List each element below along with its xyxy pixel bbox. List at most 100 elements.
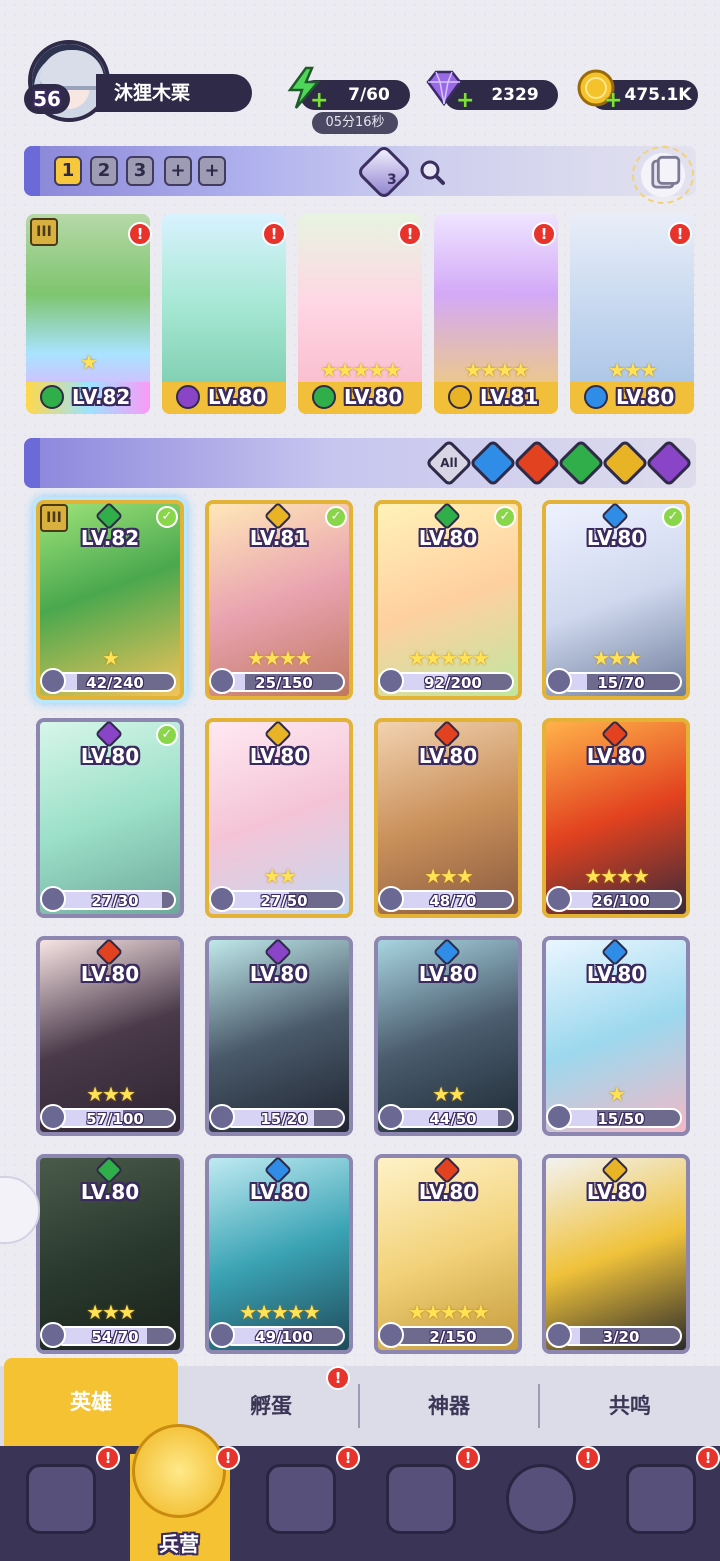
hero-card[interactable]: LV.80 15/20: [205, 936, 353, 1136]
nature-element-icon: [312, 385, 336, 409]
hero-card[interactable]: LV.80 ★★★ 48/70: [374, 718, 522, 918]
hero-level: LV.82: [72, 385, 131, 409]
team-slot-add-2[interactable]: +: [198, 156, 226, 186]
alert-badge: !: [532, 222, 556, 246]
hero-card[interactable]: LV.81 ★★★★ ✓ 25/150: [205, 500, 353, 700]
hero-level: LV.80: [80, 744, 140, 768]
hero-card[interactable]: LV.80 ★★★ 54/70: [36, 1154, 184, 1354]
deployed-hero-1[interactable]: ★ LV.82 III: [26, 214, 150, 414]
hero-card[interactable]: LV.80 ★★★★ 26/100: [542, 718, 690, 918]
nav-guild-icon[interactable]: [616, 1458, 706, 1553]
hero-level: LV.80: [586, 1180, 646, 1204]
hero-level: LV.81: [249, 526, 309, 550]
hero-card[interactable]: LV.82 ★ ✓ III 42/240: [36, 500, 184, 700]
shard-icon: [40, 1322, 66, 1348]
hero-stars: ★★★★★: [320, 358, 402, 382]
deployed-check-icon: ✓: [494, 506, 516, 528]
shard-icon: [209, 1322, 235, 1348]
hero-card[interactable]: LV.80 3/20: [542, 1154, 690, 1354]
tab-artifacts[interactable]: 神器: [360, 1366, 538, 1446]
alert-badge: !: [216, 1446, 240, 1470]
floating-hero-shortcut[interactable]: [0, 1176, 40, 1244]
hero-level: LV.80: [418, 1180, 478, 1204]
nav-cards-icon[interactable]: [16, 1458, 106, 1553]
nav-shrine-icon[interactable]: [376, 1458, 466, 1553]
hero-card[interactable]: LV.80 ✓ 27/30: [36, 718, 184, 918]
hero-stars: ★★★★★: [239, 1300, 321, 1324]
barracks-icon: [132, 1424, 226, 1518]
hero-stars: ★★★: [86, 1300, 136, 1324]
shard-progress-bar: 26/100: [560, 890, 682, 910]
shard-progress-text: 2/150: [429, 1328, 477, 1346]
hero-level: LV.80: [418, 962, 478, 986]
hero-card[interactable]: LV.80 ★★★ ✓ 15/70: [542, 500, 690, 700]
shard-progress-text: 48/70: [429, 892, 477, 910]
deployed-check-icon: ✓: [156, 724, 178, 746]
shard-progress-bar: 42/240: [54, 672, 176, 692]
tier-badge: III: [40, 504, 68, 532]
alert-badge: !: [456, 1446, 480, 1470]
dark-element-icon: [176, 385, 200, 409]
hero-level: LV.81: [480, 385, 539, 409]
shard-icon: [378, 1104, 404, 1130]
hero-level: LV.80: [418, 744, 478, 768]
shard-progress-text: 15/50: [597, 1110, 645, 1128]
gem-add-button[interactable]: +: [456, 90, 474, 112]
shard-icon: [209, 1104, 235, 1130]
hero-card[interactable]: LV.80 ★★ 44/50: [374, 936, 522, 1136]
nav-mushroom-icon[interactable]: [496, 1458, 586, 1553]
shard-icon: [40, 886, 66, 912]
shard-icon: [209, 886, 235, 912]
shard-icon: [546, 668, 572, 694]
shard-progress: 57/100: [40, 1104, 180, 1130]
shard-progress: 44/50: [378, 1104, 518, 1130]
hero-card[interactable]: LV.80 ★ 15/50: [542, 936, 690, 1136]
player-level-badge: 56: [24, 84, 70, 114]
hero-level: LV.80: [418, 526, 478, 550]
shard-icon: [546, 1104, 572, 1130]
shard-progress-bar: 15/70: [560, 672, 682, 692]
shard-progress: 49/100: [209, 1322, 349, 1348]
shard-progress: 42/240: [40, 668, 180, 694]
nav-barracks-label: 兵营: [159, 1532, 199, 1556]
light-element-icon: [448, 385, 472, 409]
alert-badge: !: [326, 1366, 350, 1390]
deployed-check-icon: ✓: [156, 506, 178, 528]
tier-badge: III: [30, 218, 58, 246]
water-element-icon: [584, 385, 608, 409]
formation-button[interactable]: [632, 146, 694, 204]
shard-progress-text: 92/200: [424, 674, 482, 692]
alert-badge: !: [668, 222, 692, 246]
shard-progress-text: 27/50: [260, 892, 308, 910]
hero-card[interactable]: LV.80 ★★★ 57/100: [36, 936, 184, 1136]
gold-add-button[interactable]: +: [604, 90, 622, 112]
hero-card[interactable]: LV.80 ★★ 27/50: [205, 718, 353, 918]
shard-progress: 15/50: [546, 1104, 686, 1130]
shard-progress-text: 57/100: [86, 1110, 144, 1128]
hero-stars: ★★★: [424, 864, 474, 888]
team-slot-3[interactable]: 3: [126, 156, 154, 186]
shard-progress: 92/200: [378, 668, 518, 694]
hero-level: LV.80: [249, 1180, 309, 1204]
search-icon[interactable]: [418, 158, 446, 186]
alert-badge: !: [96, 1446, 120, 1470]
nav-map-icon[interactable]: [256, 1458, 346, 1553]
team-slot-1[interactable]: 1: [54, 156, 82, 186]
hero-stars: ★★★: [86, 1082, 136, 1106]
team-slot-2[interactable]: 2: [90, 156, 118, 186]
shard-progress-bar: 27/30: [54, 890, 176, 910]
nav-barracks[interactable]: 兵营: [124, 1424, 234, 1561]
hero-card[interactable]: LV.80 ★★★★★ ✓ 92/200: [374, 500, 522, 700]
shard-progress-text: 44/50: [429, 1110, 477, 1128]
energy-timer: 05分16秒: [312, 112, 398, 134]
shard-progress-bar: 2/150: [392, 1326, 514, 1346]
shard-progress: 54/70: [40, 1322, 180, 1348]
shard-progress: 48/70: [378, 886, 518, 912]
hero-stars: ★★★★: [247, 646, 313, 670]
shard-icon: [40, 668, 66, 694]
hero-card[interactable]: LV.80 ★★★★★ 2/150: [374, 1154, 522, 1354]
energy-add-button[interactable]: +: [310, 90, 328, 112]
team-slot-add-1[interactable]: +: [164, 156, 192, 186]
tab-resonance[interactable]: 共鸣: [540, 1366, 720, 1446]
hero-card[interactable]: LV.80 ★★★★★ 49/100: [205, 1154, 353, 1354]
